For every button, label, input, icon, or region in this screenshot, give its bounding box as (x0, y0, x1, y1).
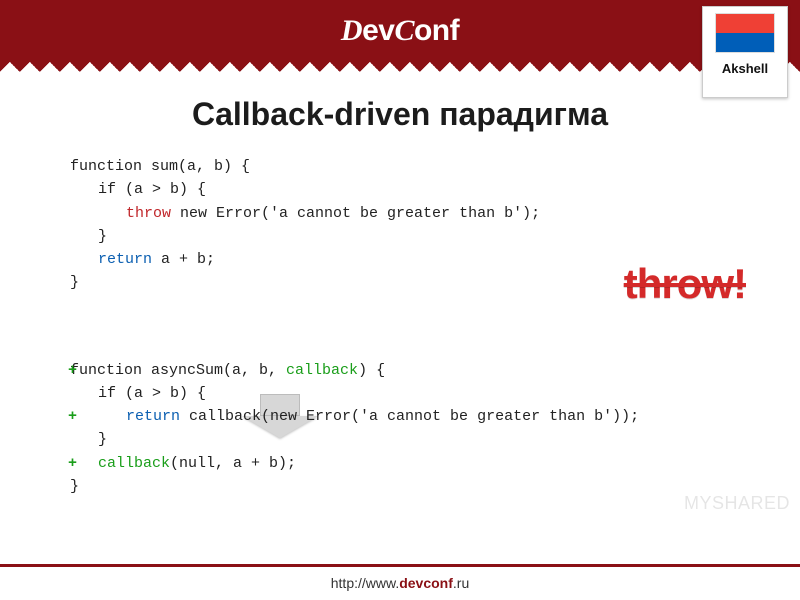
diff-plus-icon: + (68, 359, 77, 382)
footer-url-prefix: http://www. (331, 575, 399, 591)
code-block-sync: function sum(a, b) { if (a > b) { throw … (48, 155, 752, 295)
brand-logo: DevConf (341, 14, 459, 48)
diff-plus-icon: + (68, 405, 77, 428)
code-line: } (70, 475, 752, 498)
return-keyword: return (98, 251, 152, 268)
sponsor-name: Akshell (722, 61, 768, 76)
footer-url-bold: devconf (399, 575, 453, 591)
code-line: return callback(new Error('a cannot be g… (70, 405, 752, 428)
code-line: throw new Error('a cannot be greater tha… (70, 202, 752, 225)
diff-plus-icon: + (68, 452, 77, 475)
code-line: } (70, 271, 752, 294)
callback-keyword: callback (98, 455, 170, 472)
return-keyword: return (126, 408, 180, 425)
code-line: function sum(a, b) { (70, 155, 752, 178)
code-line: return a + b; (70, 248, 752, 271)
code-block-async: + function asyncSum(a, b, callback) { if… (48, 359, 752, 499)
sponsor-logo: Akshell (702, 6, 788, 98)
code-line: if (a > b) { (70, 178, 752, 201)
header-zigzag-divider (0, 62, 800, 74)
code-line: } (70, 225, 752, 248)
slide-title: Callback-driven парадигма (48, 96, 752, 133)
sponsor-flag-icon (715, 13, 775, 53)
footer-url-suffix: .ru (453, 575, 469, 591)
slide-header: DevConf Akshell (0, 0, 800, 62)
watermark: MYSHARED (684, 493, 790, 514)
code-line: function asyncSum(a, b, callback) { (70, 359, 752, 382)
callback-keyword: callback (286, 362, 358, 379)
code-line: if (a > b) { (70, 382, 752, 405)
slide-footer: http://www.devconf.ru (0, 564, 800, 600)
code-line: callback(null, a + b); (70, 452, 752, 475)
slide-content: Callback-driven парадигма throw! functio… (0, 74, 800, 554)
code-line: } (70, 428, 752, 451)
throw-keyword: throw (126, 205, 171, 222)
